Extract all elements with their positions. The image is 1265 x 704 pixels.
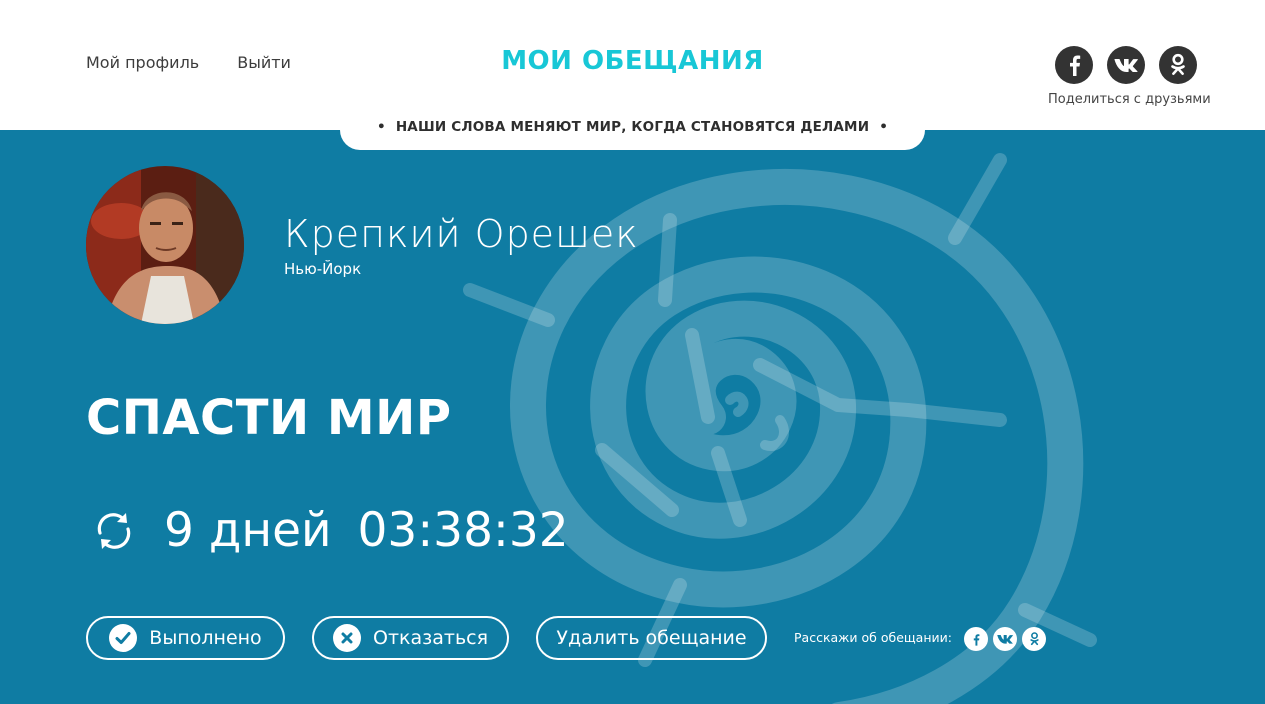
user-city: Нью-Йорк bbox=[284, 260, 362, 278]
slogan-bullet-left: • bbox=[376, 119, 386, 135]
header: Мой профиль Выйти МОИ ОБЕЩАНИЯ Поделитьс… bbox=[0, 0, 1265, 130]
share-icons bbox=[1055, 46, 1208, 84]
delete-promise-button-label: Удалить обещание bbox=[556, 627, 747, 649]
done-button-label: Выполнено bbox=[149, 627, 262, 649]
facebook-icon[interactable] bbox=[964, 627, 988, 651]
tell-label: Расскажи об обещании: bbox=[794, 630, 952, 645]
checkmark-icon bbox=[109, 624, 138, 652]
slogan-text: НАШИ СЛОВА МЕНЯЮТ МИР, КОГДА СТАНОВЯТСЯ … bbox=[395, 119, 870, 135]
share-block: Поделиться с друзьями bbox=[1048, 46, 1211, 107]
cross-icon bbox=[332, 624, 361, 652]
delete-promise-button[interactable]: Удалить обещание bbox=[536, 616, 767, 660]
refuse-button-label: Отказаться bbox=[372, 627, 489, 649]
share-label: Поделиться с друзьями bbox=[1048, 92, 1211, 107]
vk-icon[interactable] bbox=[1107, 46, 1145, 84]
tell-icons bbox=[964, 627, 1046, 651]
done-button[interactable]: Выполнено bbox=[86, 616, 285, 660]
timer-days: 9 дней bbox=[164, 503, 332, 558]
repeat-icon bbox=[97, 512, 131, 549]
timer: 9 дней 03:38:32 bbox=[92, 503, 569, 558]
slogan: • НАШИ СЛОВА МЕНЯЮТ МИР, КОГДА СТАНОВЯТСЯ… bbox=[0, 119, 1265, 135]
slogan-bullet-right: • bbox=[879, 119, 889, 135]
facebook-icon[interactable] bbox=[1055, 46, 1093, 84]
promise-panel: Крепкий Орешек Нью-Йорк СПАСТИ МИР 9 дне… bbox=[0, 130, 1265, 704]
timer-time: 03:38:32 bbox=[357, 503, 569, 558]
promise-title: СПАСТИ МИР bbox=[86, 390, 452, 446]
vk-icon[interactable] bbox=[993, 627, 1017, 651]
refuse-button[interactable]: Отказаться bbox=[312, 616, 509, 660]
avatar[interactable] bbox=[86, 166, 244, 324]
odnoklassniki-icon[interactable] bbox=[1022, 627, 1046, 651]
user-name[interactable]: Крепкий Орешек bbox=[284, 212, 639, 256]
odnoklassniki-icon[interactable] bbox=[1159, 46, 1197, 84]
